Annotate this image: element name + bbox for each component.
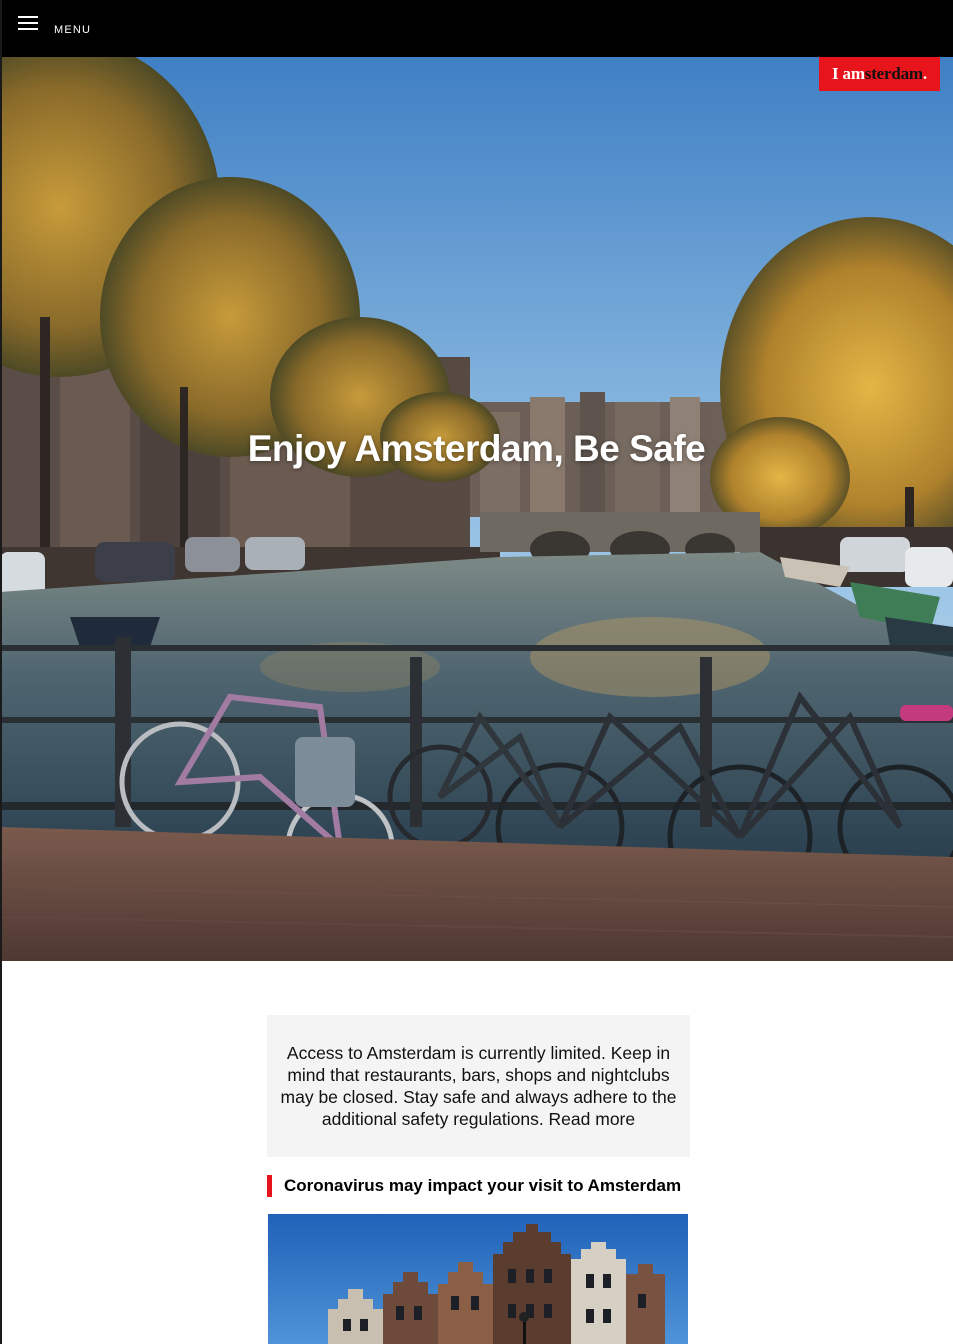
hero-image <box>0 57 953 961</box>
section-title: Coronavirus may impact your visit to Ams… <box>284 1176 682 1195</box>
top-bar: MENU <box>0 0 953 57</box>
hero-banner: Enjoy Amsterdam, Be Safe I amsterdam. <box>0 57 953 961</box>
section-accent-bar <box>267 1175 272 1197</box>
access-notice: Access to Amsterdam is currently limited… <box>267 1015 690 1157</box>
window-edge <box>0 0 2 1344</box>
logo-text: I amsterdam. <box>832 64 927 83</box>
page: MENU Enjoy Amsterdam, Be Safe I amsterda… <box>0 0 953 1344</box>
hero-title: Enjoy Amsterdam, Be Safe <box>247 428 706 469</box>
section-heading: Coronavirus may impact your visit to Ams… <box>267 1175 681 1197</box>
canal-houses-image <box>268 1214 688 1344</box>
menu-label[interactable]: MENU <box>54 24 91 36</box>
hamburger-icon[interactable] <box>18 16 38 30</box>
read-more-link[interactable]: Read more <box>549 1109 636 1129</box>
article-image[interactable] <box>268 1214 688 1344</box>
i-amsterdam-logo[interactable]: I amsterdam. <box>819 57 940 91</box>
menu-button[interactable]: MENU <box>18 14 91 44</box>
